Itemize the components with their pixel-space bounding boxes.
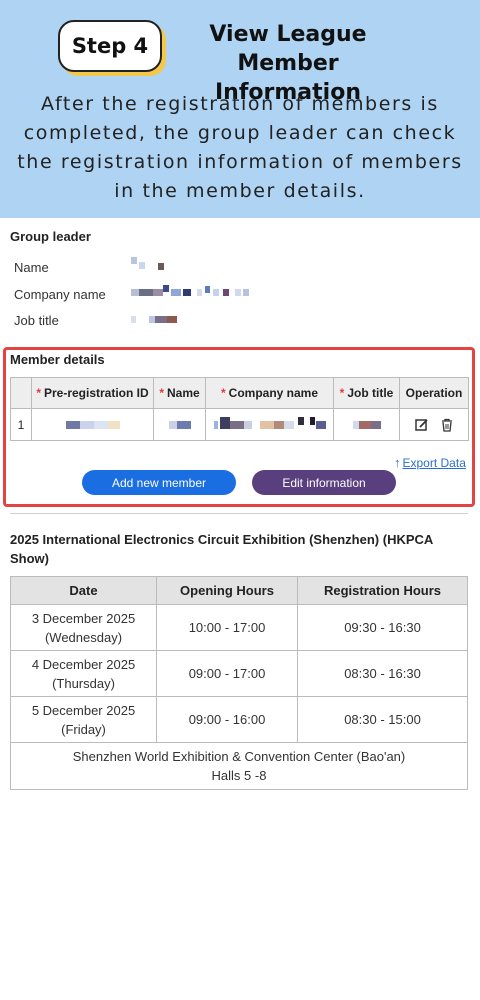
col-date-header: Date [10,576,157,605]
venue-halls: Halls 5 -8 [211,768,267,783]
cell-preregistration-id-redacted[interactable] [31,408,154,441]
col-company-name-header[interactable]: * Company name [205,377,334,409]
col-registration-hours-header: Registration Hours [297,576,468,605]
exhibition-schedule-table: Date Opening Hours Registration Hours 3 … [10,576,468,790]
col-label: Company name [228,386,319,400]
member-details-table: * Pre-registration ID * Name * Company name… [10,377,469,441]
table-row: 1 [10,408,469,441]
cell-job-title-redacted[interactable] [333,408,400,441]
upload-arrow-icon: ↑ [394,455,401,470]
weekday-text: (Wednesday) [44,629,123,645]
cell-operation [399,408,469,441]
cell-registration-hours: 09:30 - 16:30 [297,604,468,651]
table-row-venue: Shenzhen World Exhibition & Convention C… [10,742,468,790]
required-asterisk: * [220,386,226,400]
step-title-line1: View League [209,22,367,47]
table-header-row: Date Opening Hours Registration Hours [10,576,468,605]
edit-icon[interactable] [415,417,429,432]
required-asterisk: * [36,386,41,400]
leader-company-label: Company name [14,287,106,302]
weekday-text: (Friday) [61,721,106,737]
table-row: 4 December 2025 (Thursday) 09:00 - 17:00 … [10,650,468,697]
step-banner: Step 4 View League Member Information Af… [0,0,480,218]
edit-information-button[interactable]: Edit information [252,470,396,495]
cell-date: 3 December 2025 (Wednesday) [10,604,157,651]
cell-date: 4 December 2025 (Thursday) [10,650,157,697]
leader-jobtitle-value-redacted [131,316,181,324]
required-asterisk: * [159,386,164,400]
table-header-row: * Pre-registration ID * Name * Company name… [10,377,469,409]
leader-name-value-redacted [131,257,171,270]
cell-company-name-redacted[interactable] [205,408,334,441]
group-leader-heading: Group leader [10,229,91,244]
date-text: 5 December 2025 [31,702,136,718]
cell-registration-hours: 08:30 - 15:00 [297,696,468,743]
col-preregistration-id-header[interactable]: * Pre-registration ID [31,377,154,409]
col-label: Job title [347,386,394,400]
trash-icon[interactable] [441,417,453,432]
step-description: After the registration of members is com… [17,93,463,202]
cell-opening-hours: 10:00 - 17:00 [156,604,298,651]
add-new-member-button[interactable]: Add new member [82,470,236,495]
cell-date: 5 December 2025 (Friday) [10,696,157,743]
row-index: 1 [10,408,32,441]
required-asterisk: * [339,386,345,400]
member-details-heading: Member details [10,352,105,367]
col-job-title-header[interactable]: * Job title [333,377,400,409]
date-text: 3 December 2025 [31,610,136,626]
export-data-link[interactable]: ↑ Export Data [394,455,466,470]
cell-registration-hours: 08:30 - 16:30 [297,650,468,697]
section-divider [10,513,468,514]
cell-name-redacted[interactable] [153,408,206,441]
venue-name: Shenzhen World Exhibition & Convention C… [72,749,406,764]
table-row: 3 December 2025 (Wednesday) 10:00 - 17:00… [10,604,468,651]
exhibition-title: 2025 International Electronics Circuit E… [10,532,433,566]
col-label: Name [166,386,200,400]
leader-jobtitle-label: Job title [14,313,59,328]
date-text: 4 December 2025 [31,656,136,672]
cell-opening-hours: 09:00 - 17:00 [156,650,298,697]
col-name-header[interactable]: * Name [153,377,206,409]
col-opening-hours-header: Opening Hours [156,576,298,605]
export-data-label: Export Data [402,456,466,470]
col-index-header [10,377,32,409]
leader-name-label: Name [14,260,49,275]
weekday-text: (Thursday) [52,675,115,691]
leader-company-value-redacted [131,285,251,297]
col-operation-header: Operation [399,377,469,409]
cell-venue: Shenzhen World Exhibition & Convention C… [10,742,468,790]
col-label: Pre-registration ID [43,386,149,400]
table-row: 5 December 2025 (Friday) 09:00 - 16:00 08… [10,696,468,743]
cell-opening-hours: 09:00 - 16:00 [156,696,298,743]
step-badge: Step 4 [58,20,162,72]
